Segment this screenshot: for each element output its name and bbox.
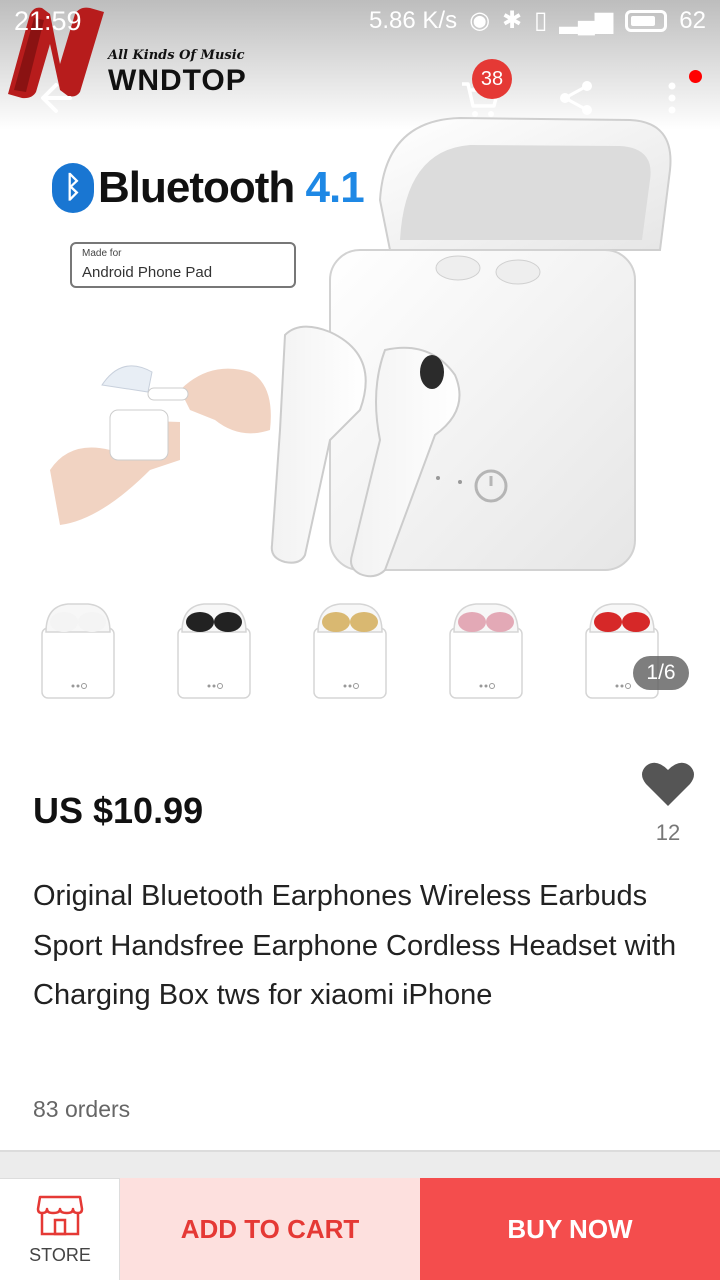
share-icon [560,81,592,115]
battery-icon [625,9,668,32]
thumbnail-case-icon [41,603,115,699]
status-bar: 21:59 5.86 K/s ◉ ✱ ▯ ▂▄▆ 62 [0,0,720,46]
wishlist-heart-icon[interactable] [640,760,696,808]
product-title: Original Bluetooth Earphones Wireless Ea… [33,880,677,1011]
status-icons: 5.86 K/s ◉ ✱ ▯ ▂▄▆ 62 [369,6,706,35]
back-button[interactable] [28,70,84,126]
net-speed: 5.86 K/s [369,6,458,34]
wishlist-count: 12 [655,820,681,845]
add-to-cart-button[interactable]: ADD TO CART [120,1178,420,1280]
thumbnail-3[interactable] [310,598,390,702]
back-arrow-icon [41,83,72,113]
watermark-brand: WNDTOP [108,64,247,97]
orders-count: 83 orders [33,1096,131,1122]
thumbnail-4[interactable] [446,598,526,702]
store-button[interactable]: STORE [0,1178,120,1280]
product-detail-screen: ᛒ Bluetooth 4.1 Made for Android Phone P… [0,0,720,1280]
signal-icon: ▂▄▆ [559,7,614,34]
bottom-action-bar: STORE ADD TO CART BUY NOW [0,1178,720,1280]
more-icon [668,82,676,114]
thumbnail-case-icon [177,603,251,699]
store-icon [36,1195,84,1236]
product-photo [50,116,672,578]
price: US $10.99 [33,790,204,831]
battery-level: 62 [679,6,706,34]
thumbnail-case-icon [313,603,387,699]
page-indicator: 1/6 [633,656,689,690]
vibrate-icon: ▯ [534,7,548,34]
thumbnail-strip [0,590,720,715]
cart-count-badge: 38 [472,59,512,99]
thumbnail-case-icon [449,603,523,699]
store-label: STORE [29,1245,91,1265]
status-time: 21:59 [14,6,82,36]
watermark-tagline: All Kinds Of Music [108,48,245,63]
section-divider [0,1150,720,1178]
share-button[interactable] [548,70,604,126]
buy-now-button[interactable]: BUY NOW [420,1178,720,1280]
thumbnail-2[interactable] [174,598,254,702]
notification-dot [689,70,702,83]
hotspot-icon: ◉ [469,7,491,34]
thumbnail-1[interactable] [38,598,118,702]
bluetooth-status-icon: ✱ [502,7,523,34]
product-image-gallery[interactable]: ᛒ Bluetooth 4.1 Made for Android Phone P… [0,0,720,590]
